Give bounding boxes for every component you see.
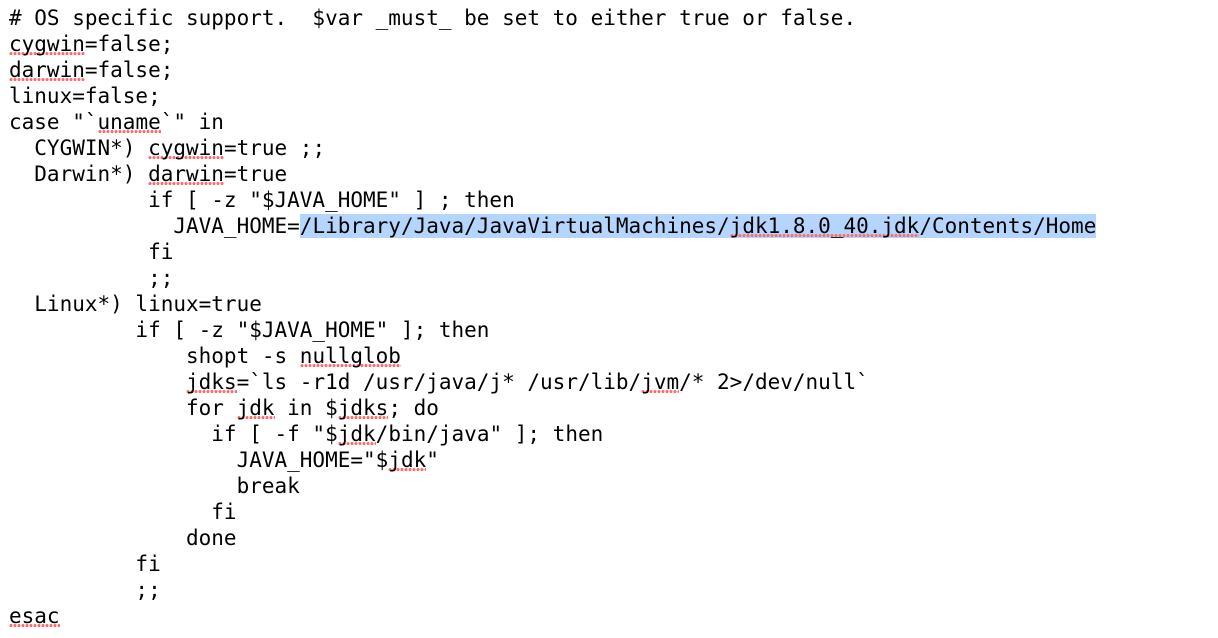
code-line[interactable]: if [ -z "$JAVA_HOME" ] ; then bbox=[9, 187, 515, 213]
code-text: CYGWIN*) bbox=[9, 136, 149, 160]
code-text: break bbox=[9, 474, 300, 498]
code-text: =true bbox=[223, 162, 288, 186]
code-line[interactable]: fi bbox=[9, 551, 161, 577]
misspelled-word: jvm bbox=[641, 370, 680, 394]
code-line[interactable]: Darwin*) darwin=true bbox=[9, 161, 287, 187]
code-text: " bbox=[426, 448, 439, 472]
misspelled-word: darwin bbox=[148, 162, 224, 186]
code-line[interactable]: if [ -f "$jdk/bin/java" ]; then bbox=[9, 421, 603, 447]
misspelled-word: uname bbox=[97, 110, 161, 134]
misspelled-word: jdks bbox=[186, 370, 237, 394]
code-text: /* 2>/dev/null` bbox=[679, 370, 869, 394]
code-line[interactable]: ;; bbox=[9, 265, 173, 291]
misspelled-word: jdk bbox=[236, 396, 275, 420]
misspelled-word: cygwin bbox=[148, 136, 224, 160]
code-text: ;; bbox=[9, 578, 161, 602]
code-text: fi bbox=[9, 240, 174, 264]
code-line[interactable]: CYGWIN*) cygwin=true ;; bbox=[9, 135, 325, 161]
code-text: case "` bbox=[9, 110, 98, 134]
code-text: ;; bbox=[9, 266, 174, 290]
misspelled-word: cygwin bbox=[9, 32, 85, 56]
code-line[interactable]: JAVA_HOME=/Library/Java/JavaVirtualMachi… bbox=[9, 213, 1097, 239]
code-text: shopt -s bbox=[9, 344, 300, 368]
code-text: =`ls -r1d /usr/java/j* /usr/lib/ bbox=[236, 370, 642, 394]
code-text: ; do bbox=[388, 396, 439, 420]
misspelled-word: esac bbox=[9, 604, 60, 628]
code-line[interactable]: # OS specific support. $var _must_ be se… bbox=[9, 5, 856, 31]
misspelled-word: nullglob bbox=[299, 344, 401, 368]
code-text: if [ -z "$JAVA_HOME" ]; then bbox=[9, 318, 490, 342]
code-line[interactable]: esac bbox=[9, 603, 60, 629]
code-text: =false; bbox=[84, 58, 174, 82]
misspelled-word: jdk bbox=[388, 448, 427, 472]
code-text: in $ bbox=[274, 396, 338, 420]
code-text: fi bbox=[9, 500, 237, 524]
code-text: if [ -z "$JAVA_HOME" ] ; then bbox=[9, 188, 515, 212]
code-line[interactable]: cygwin=false; bbox=[9, 31, 173, 57]
code-text: if [ -f "$ bbox=[9, 422, 338, 446]
selected-misspelled-word: jdk1.8.0_40.jdk bbox=[729, 214, 920, 238]
code-editor[interactable]: # OS specific support. $var _must_ be se… bbox=[9, 5, 1209, 635]
code-text: =false; bbox=[84, 32, 174, 56]
code-line[interactable]: Linux*) linux=true bbox=[9, 291, 262, 317]
code-line[interactable]: break bbox=[9, 473, 300, 499]
code-text: done bbox=[9, 526, 237, 550]
misspelled-word: darwin bbox=[9, 58, 85, 82]
code-line[interactable]: for jdk in $jdks; do bbox=[9, 395, 439, 421]
code-line[interactable]: fi bbox=[9, 499, 237, 525]
selected-text: /Contents/Home bbox=[919, 214, 1097, 238]
code-text: JAVA_HOME= bbox=[9, 214, 300, 238]
code-line[interactable]: case "`uname`" in bbox=[9, 109, 224, 135]
misspelled-word: jdk bbox=[337, 422, 376, 446]
selected-text: /Library/Java/JavaVirtualMachines/ bbox=[299, 214, 730, 238]
misspelled-word: jdks bbox=[337, 396, 389, 420]
code-text: # OS specific support. $var _must_ be se… bbox=[9, 6, 857, 30]
code-line[interactable]: darwin=false; bbox=[9, 57, 173, 83]
code-line[interactable]: fi bbox=[9, 239, 173, 265]
code-text: Darwin*) bbox=[9, 162, 149, 186]
code-text: /bin/java" ]; then bbox=[375, 422, 604, 446]
code-line[interactable]: linux=false; bbox=[9, 83, 161, 109]
code-text: linux=false; bbox=[9, 84, 161, 108]
code-line[interactable]: ;; bbox=[9, 577, 161, 603]
code-text: Linux*) linux=true bbox=[9, 292, 262, 316]
code-text: for bbox=[9, 396, 237, 420]
code-text: fi bbox=[9, 552, 161, 576]
code-line[interactable]: jdks=`ls -r1d /usr/java/j* /usr/lib/jvm/… bbox=[9, 369, 869, 395]
code-line[interactable]: if [ -z "$JAVA_HOME" ]; then bbox=[9, 317, 489, 343]
code-line[interactable]: shopt -s nullglob bbox=[9, 343, 401, 369]
code-text: `" in bbox=[160, 110, 224, 134]
code-text: =true ;; bbox=[223, 136, 326, 160]
code-line[interactable]: JAVA_HOME="$jdk" bbox=[9, 447, 439, 473]
code-line[interactable]: done bbox=[9, 525, 237, 551]
code-text: JAVA_HOME="$ bbox=[9, 448, 389, 472]
